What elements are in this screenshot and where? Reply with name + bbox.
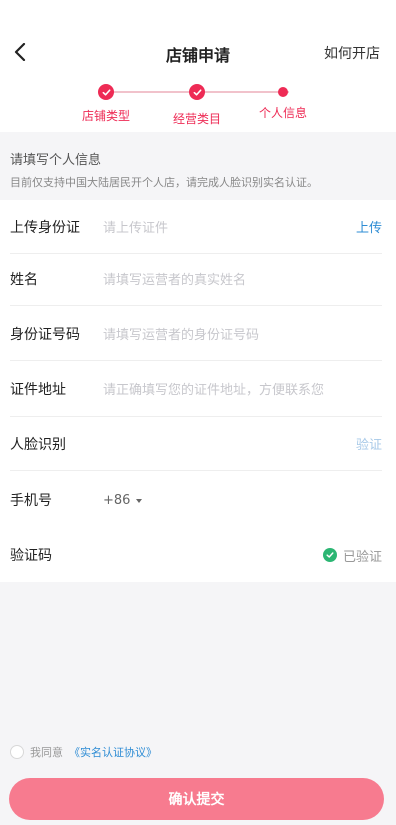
verify-face-button[interactable]: 验证: [356, 434, 382, 453]
app-header: 店铺申请 如何开店: [0, 0, 396, 80]
step-store-type: 店铺类型: [60, 80, 152, 124]
phone-row: 手机号 +86: [10, 473, 382, 527]
check-icon: [98, 84, 114, 100]
name-row: 姓名 请填写运营者的真实姓名: [10, 252, 382, 306]
personal-info-form: 上传身份证 请上传证件 上传 姓名 请填写运营者的真实姓名 身份证号码 请填写运…: [0, 200, 396, 582]
field-label: 验证码: [10, 548, 52, 564]
field-label: 手机号: [10, 493, 52, 509]
current-step-dot-icon: [278, 87, 288, 97]
step-personal-info: 个人信息: [237, 80, 329, 121]
id-upload-row[interactable]: 上传身份证 请上传证件 上传: [10, 200, 382, 254]
step-category: 经营类目: [151, 80, 243, 127]
real-name-agreement-link[interactable]: 《实名认证协议》: [69, 744, 157, 760]
field-label: 人脸识别: [10, 436, 66, 453]
id-upload-placeholder: 请上传证件: [103, 221, 169, 236]
id-number-row: 身份证号码 请填写运营者的身份证号码: [10, 307, 382, 361]
agreement-row: 我同意 《实名认证协议》: [10, 744, 157, 760]
upload-button[interactable]: 上传: [356, 217, 382, 236]
step-label: 个人信息: [258, 106, 307, 120]
agreement-checkbox[interactable]: [10, 745, 24, 759]
address-row: 证件地址 请正确填写您的证件地址，方便联系您: [10, 361, 382, 417]
step-label: 经营类目: [172, 112, 221, 126]
field-label: 身份证号码: [10, 326, 80, 343]
name-input[interactable]: 请填写运营者的真实姓名: [103, 269, 382, 288]
step-label: 店铺类型: [81, 109, 130, 123]
check-icon: [189, 84, 205, 100]
notice-title: 请填写个人信息: [10, 153, 102, 168]
verified-status: 已验证: [322, 546, 382, 565]
caret-down-icon: [136, 499, 143, 503]
verified-text: 已验证: [342, 549, 382, 565]
how-to-open-store-link[interactable]: 如何开店: [324, 43, 380, 63]
country-code-value: +86: [103, 492, 131, 508]
info-notice: 请填写个人信息 目前仅支持中国大陆居民开个人店，请完成人脸识别实名认证。: [0, 132, 396, 202]
check-circle-icon: [322, 548, 337, 562]
agreement-prefix: 我同意: [30, 746, 63, 759]
country-code-select[interactable]: +86: [103, 492, 143, 508]
address-input[interactable]: 请正确填写您的证件地址，方便联系您: [103, 379, 382, 398]
field-label: 上传身份证: [10, 219, 80, 236]
notice-description: 目前仅支持中国大陆居民开个人店，请完成人脸识别实名认证。: [10, 176, 318, 189]
face-recognition-row[interactable]: 人脸识别 验证: [10, 417, 382, 471]
field-label: 姓名: [10, 271, 38, 288]
submit-button[interactable]: 确认提交: [9, 778, 384, 820]
progress-stepper: 店铺类型 经营类目 个人信息: [0, 80, 396, 132]
id-number-input[interactable]: 请填写运营者的身份证号码: [103, 324, 382, 343]
verification-code-row: 验证码 已验证: [10, 528, 382, 582]
field-label: 证件地址: [10, 381, 66, 398]
